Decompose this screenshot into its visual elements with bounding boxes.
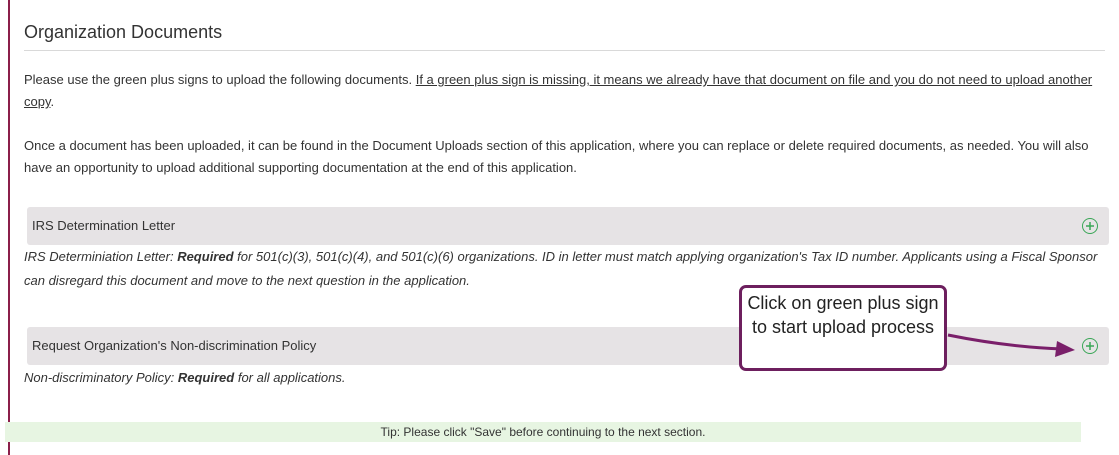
annotation-arrow-icon [947,333,1075,357]
add-upload-icon[interactable] [1082,338,1098,354]
intro-text: Please use the green plus signs to uploa… [24,72,416,87]
annotation-callout: Click on green plus sign to start upload… [739,285,947,371]
document-label: IRS Determination Letter [32,218,176,233]
intro-paragraph-2: Once a document has been uploaded, it ca… [24,138,1089,175]
document-label: Request Organization's Non-discriminatio… [32,338,317,353]
left-border-rule [8,0,10,455]
required-label: Required [177,370,235,385]
description-prefix: Non-discriminatory Policy: [24,370,178,385]
add-upload-icon[interactable] [1082,218,1098,234]
document-row-irs-letter: IRS Determination Letter [27,207,1109,245]
required-label: Required [177,249,234,264]
description-prefix: IRS Determiniation Letter: [24,249,178,264]
section-title: Organization Documents [24,22,1105,51]
description-suffix: for all applications. [234,370,346,385]
save-tip: Tip: Please click "Save" before continui… [5,422,1081,442]
intro-paragraph: Please use the green plus signs to uploa… [24,69,1099,113]
intro-text-end: . [50,94,55,109]
